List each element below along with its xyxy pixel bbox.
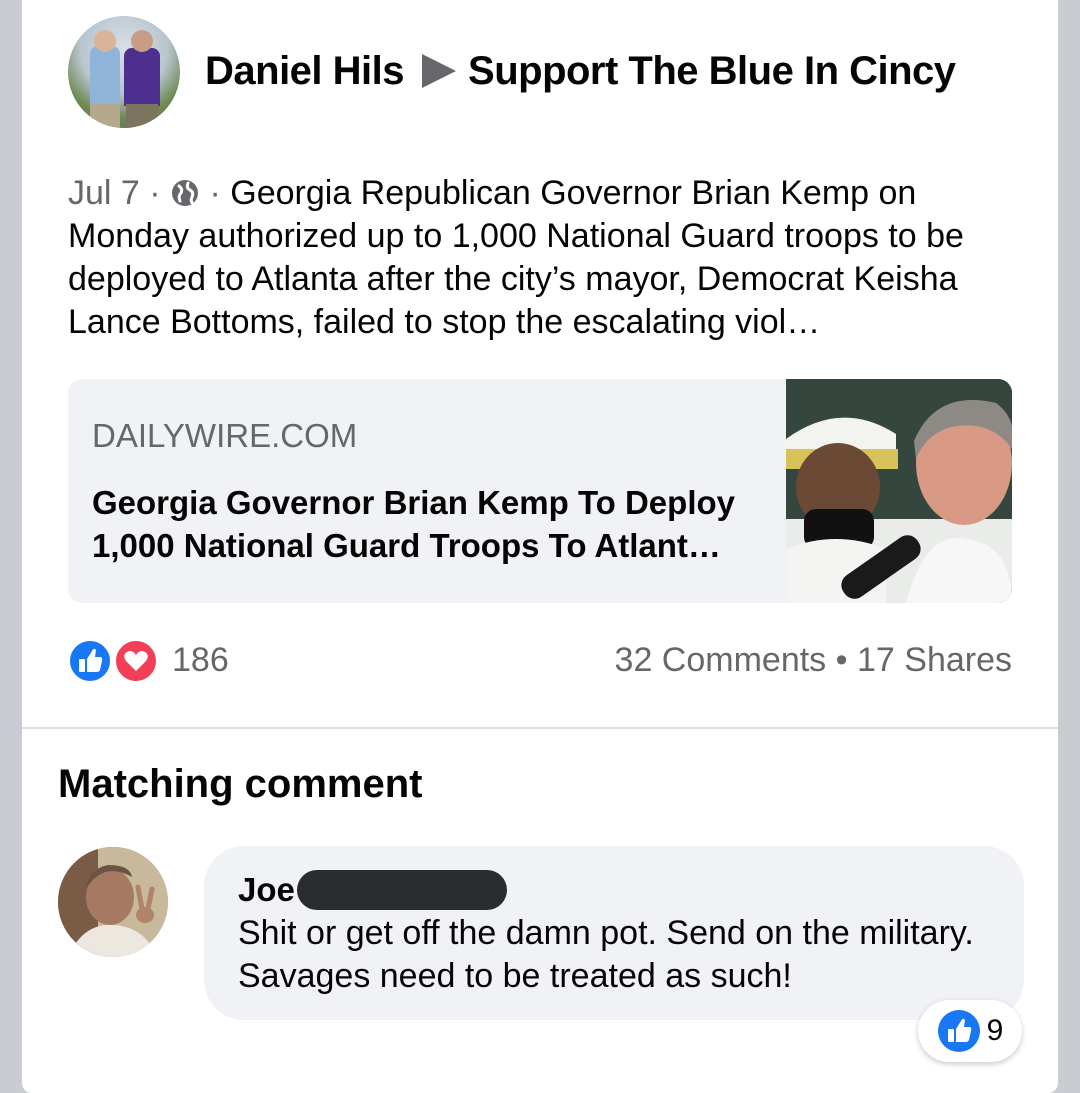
comment-text: Shit or get off the damn pot. Send on th…	[238, 914, 974, 995]
post-card: Daniel Hils Support The Blue In Cincy Ju…	[22, 0, 1058, 1093]
stats-separator: •	[835, 641, 848, 679]
comment-bubble: Joe Shit or get off the damn pot. Send o…	[204, 846, 1024, 1020]
post-body: Jul 7 · · Georgia Republican Governor Br…	[68, 174, 964, 341]
divider	[22, 727, 1058, 729]
author-name[interactable]: Daniel Hils	[205, 49, 405, 94]
globe-icon	[170, 176, 200, 206]
link-title[interactable]: Georgia Governor Brian Kemp To Deploy 1,…	[92, 481, 782, 567]
post-date[interactable]: Jul 7	[68, 174, 140, 212]
group-name[interactable]: Support The Blue In Cincy	[468, 49, 956, 94]
comment-reaction-badge[interactable]: 9	[918, 1000, 1022, 1062]
link-thumbnail	[786, 379, 1012, 603]
link-preview[interactable]: DAILYWIRE.COM Georgia Governor Brian Kem…	[68, 379, 1012, 603]
redaction-bar	[296, 870, 507, 910]
commenter-avatar[interactable]	[58, 847, 168, 957]
arrow-right-icon	[422, 54, 457, 88]
like-icon	[68, 639, 112, 683]
author-avatar[interactable]	[68, 16, 180, 128]
post-stats: 32 Comments • 17 Shares	[615, 641, 1012, 680]
like-icon	[937, 1010, 980, 1052]
reaction-icons[interactable]	[68, 639, 168, 683]
love-icon	[114, 639, 158, 683]
comment-author-name[interactable]: Joe	[238, 871, 295, 909]
comments-count[interactable]: 32 Comments	[615, 641, 827, 679]
matching-comment-title: Matching comment	[58, 762, 423, 806]
post-header: Daniel Hils Support The Blue In Cincy	[205, 46, 956, 96]
shares-count[interactable]: 17 Shares	[857, 641, 1012, 679]
link-domain: DAILYWIRE.COM	[92, 417, 358, 454]
reactions-row: 186 32 Comments • 17 Shares	[68, 636, 1012, 686]
reaction-count[interactable]: 186	[172, 641, 229, 680]
comment-reaction-count: 9	[986, 1014, 1004, 1047]
comment-author[interactable]: Joe	[238, 870, 507, 910]
